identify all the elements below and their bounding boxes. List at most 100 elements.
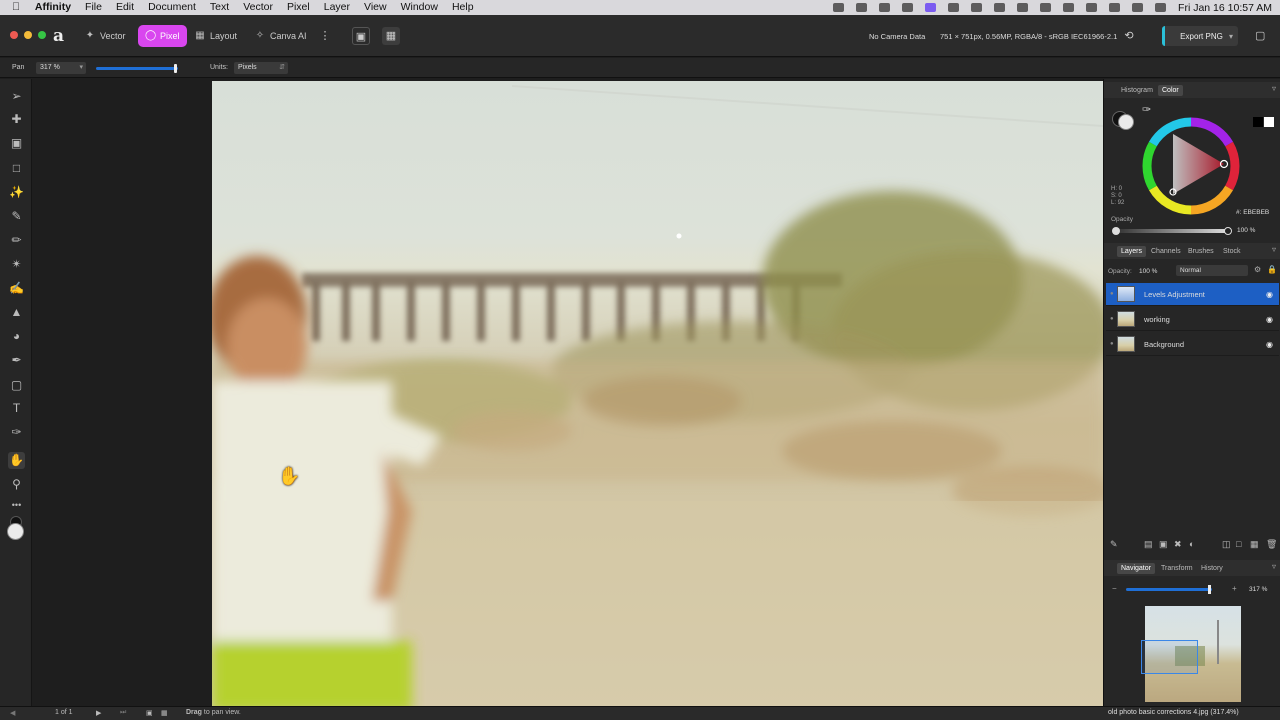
more-options-icon[interactable]: ⋮: [316, 27, 334, 45]
color-panel-menu-icon[interactable]: ▿: [1272, 84, 1276, 93]
persona-pixel[interactable]: ◯ Pixel: [138, 25, 187, 47]
last-page-icon[interactable]: ⏭: [120, 709, 126, 717]
mask-icon[interactable]: ▣: [1159, 539, 1168, 550]
navigator-zoom-value[interactable]: 317 %: [1249, 586, 1267, 593]
visibility-eye-icon[interactable]: ◉: [1266, 290, 1273, 299]
tab-stock[interactable]: Stock: [1219, 246, 1245, 257]
zoom-tool-icon[interactable]: ⚲: [8, 476, 25, 493]
tab-layers[interactable]: Layers: [1117, 246, 1147, 257]
color-wheel[interactable]: [1141, 116, 1241, 216]
menu-edit[interactable]: Edit: [109, 0, 141, 15]
units-select[interactable]: Pixels ⇵: [234, 62, 288, 74]
foreground-color-swatch[interactable]: [7, 523, 24, 540]
pen-tool-icon[interactable]: ✒: [8, 352, 25, 369]
zoom-window-button[interactable]: [38, 31, 46, 39]
document-photo[interactable]: [212, 81, 1103, 706]
status-icon-3[interactable]: [879, 3, 891, 12]
screen-record-icon[interactable]: [925, 3, 937, 12]
play-icon[interactable]: [994, 3, 1006, 12]
headphones-icon[interactable]: [1017, 3, 1029, 12]
tab-color[interactable]: Color: [1158, 85, 1183, 96]
menu-layer[interactable]: Layer: [317, 0, 357, 15]
new-layer-icon[interactable]: □: [1236, 539, 1241, 549]
tab-brushes[interactable]: Brushes: [1184, 246, 1218, 257]
navigator-view-rect[interactable]: [1141, 640, 1198, 674]
navigator-zoom-thumb[interactable]: [1208, 585, 1211, 594]
text-tool-icon[interactable]: T: [8, 400, 25, 417]
affinity-logo-icon[interactable]: a: [53, 26, 64, 46]
control-center-icon[interactable]: [1132, 3, 1144, 12]
siri-icon[interactable]: [1155, 3, 1167, 12]
group-icon[interactable]: ◫: [1222, 539, 1231, 550]
minimize-window-button[interactable]: [24, 31, 32, 39]
canvas-area[interactable]: ✋: [32, 79, 1103, 706]
tab-navigator[interactable]: Navigator: [1117, 563, 1155, 574]
zoom-field[interactable]: 317 % ▾: [36, 62, 86, 74]
navigator-menu-icon[interactable]: ▿: [1272, 562, 1276, 571]
persona-layout[interactable]: ▦ Layout: [188, 25, 244, 47]
status-icon-6[interactable]: [948, 3, 960, 12]
color-picker-icon[interactable]: ✑: [8, 424, 25, 441]
tab-histogram[interactable]: Histogram: [1117, 85, 1157, 96]
persona-vector[interactable]: ✦ Vector: [78, 25, 133, 47]
menu-help[interactable]: Help: [445, 0, 481, 15]
dodge-tool-icon[interactable]: ◕: [8, 328, 25, 345]
export-png-button[interactable]: Export PNG: [1162, 26, 1238, 46]
zoom-slider[interactable]: [96, 64, 178, 73]
adjustment-icon[interactable]: ▤: [1144, 539, 1153, 550]
navigator-zoom-slider[interactable]: [1126, 585, 1212, 594]
menu-document[interactable]: Document: [141, 0, 203, 15]
next-page-icon[interactable]: ▶: [96, 709, 101, 717]
layers-panel-menu-icon[interactable]: ▿: [1272, 245, 1276, 254]
layer-row-background[interactable]: ● Background ◉: [1106, 333, 1279, 356]
move-tool-icon[interactable]: ➢: [8, 88, 25, 105]
bluetooth-icon[interactable]: [1040, 3, 1052, 12]
visibility-eye-icon[interactable]: ◉: [1266, 315, 1273, 324]
transform-tool-icon[interactable]: ▣: [8, 135, 25, 152]
menu-view[interactable]: View: [357, 0, 394, 15]
status-icon-2[interactable]: [856, 3, 868, 12]
brush-tool-icon[interactable]: ✎: [8, 208, 25, 225]
menu-file[interactable]: File: [78, 0, 109, 15]
zoom-in-icon[interactable]: +: [1232, 584, 1237, 593]
apple-icon[interactable]: : [0, 0, 28, 15]
magic-selection-icon[interactable]: ✨: [8, 184, 25, 201]
opacity-slider[interactable]: [1112, 227, 1232, 235]
tab-channels[interactable]: Channels: [1147, 246, 1185, 257]
fx-icon[interactable]: ✖: [1174, 539, 1182, 550]
hand-tool-icon[interactable]: ✋: [8, 452, 25, 469]
adjust-circle-icon[interactable]: ◐: [1189, 539, 1194, 549]
layer-row-working[interactable]: ● working ◉: [1106, 308, 1279, 331]
menubar-clock[interactable]: Fri Jan 16 10:57 AM: [1178, 2, 1272, 14]
menu-vector[interactable]: Vector: [236, 0, 280, 15]
sidebar-toggle-icon[interactable]: ▢: [1255, 29, 1265, 42]
black-swatch[interactable]: [1253, 117, 1263, 127]
wifi-icon[interactable]: [1086, 3, 1098, 12]
delete-layer-icon[interactable]: 🗑: [1266, 539, 1277, 550]
menu-app-name[interactable]: Affinity: [28, 0, 78, 15]
tab-history[interactable]: History: [1197, 563, 1227, 574]
status-icon-4[interactable]: [902, 3, 914, 12]
snapping-icon[interactable]: ▣: [352, 27, 370, 45]
color-opacity-value[interactable]: 100 %: [1237, 227, 1255, 234]
pixel-layer-icon[interactable]: ▦: [1250, 539, 1259, 550]
layer-settings-icon[interactable]: ⚙: [1254, 265, 1261, 274]
opacity-slider-thumb[interactable]: [1224, 227, 1232, 235]
menu-window[interactable]: Window: [394, 0, 445, 15]
layer-opacity-value[interactable]: 100 %: [1139, 268, 1157, 275]
menu-text[interactable]: Text: [203, 0, 236, 15]
zoom-out-icon[interactable]: −: [1112, 584, 1117, 593]
blend-mode-select[interactable]: Normal: [1176, 265, 1248, 276]
opacity-slider-left-thumb[interactable]: [1112, 227, 1120, 235]
white-swatch[interactable]: [1264, 117, 1274, 127]
time-machine-icon[interactable]: [971, 3, 983, 12]
search-icon[interactable]: [1109, 3, 1121, 12]
navigator-thumbnail[interactable]: [1141, 606, 1241, 702]
spread-view-icon[interactable]: ▦: [161, 709, 168, 717]
healing-tool-icon[interactable]: ✴: [8, 256, 25, 273]
hex-value[interactable]: #: EBEBEB: [1236, 209, 1269, 216]
close-window-button[interactable]: [10, 31, 18, 39]
retouch-tool-icon[interactable]: ✍: [8, 280, 25, 297]
eyedropper-icon[interactable]: ✑: [1142, 103, 1151, 116]
layer-row-levels[interactable]: ● Levels Adjustment ◉: [1106, 283, 1279, 306]
